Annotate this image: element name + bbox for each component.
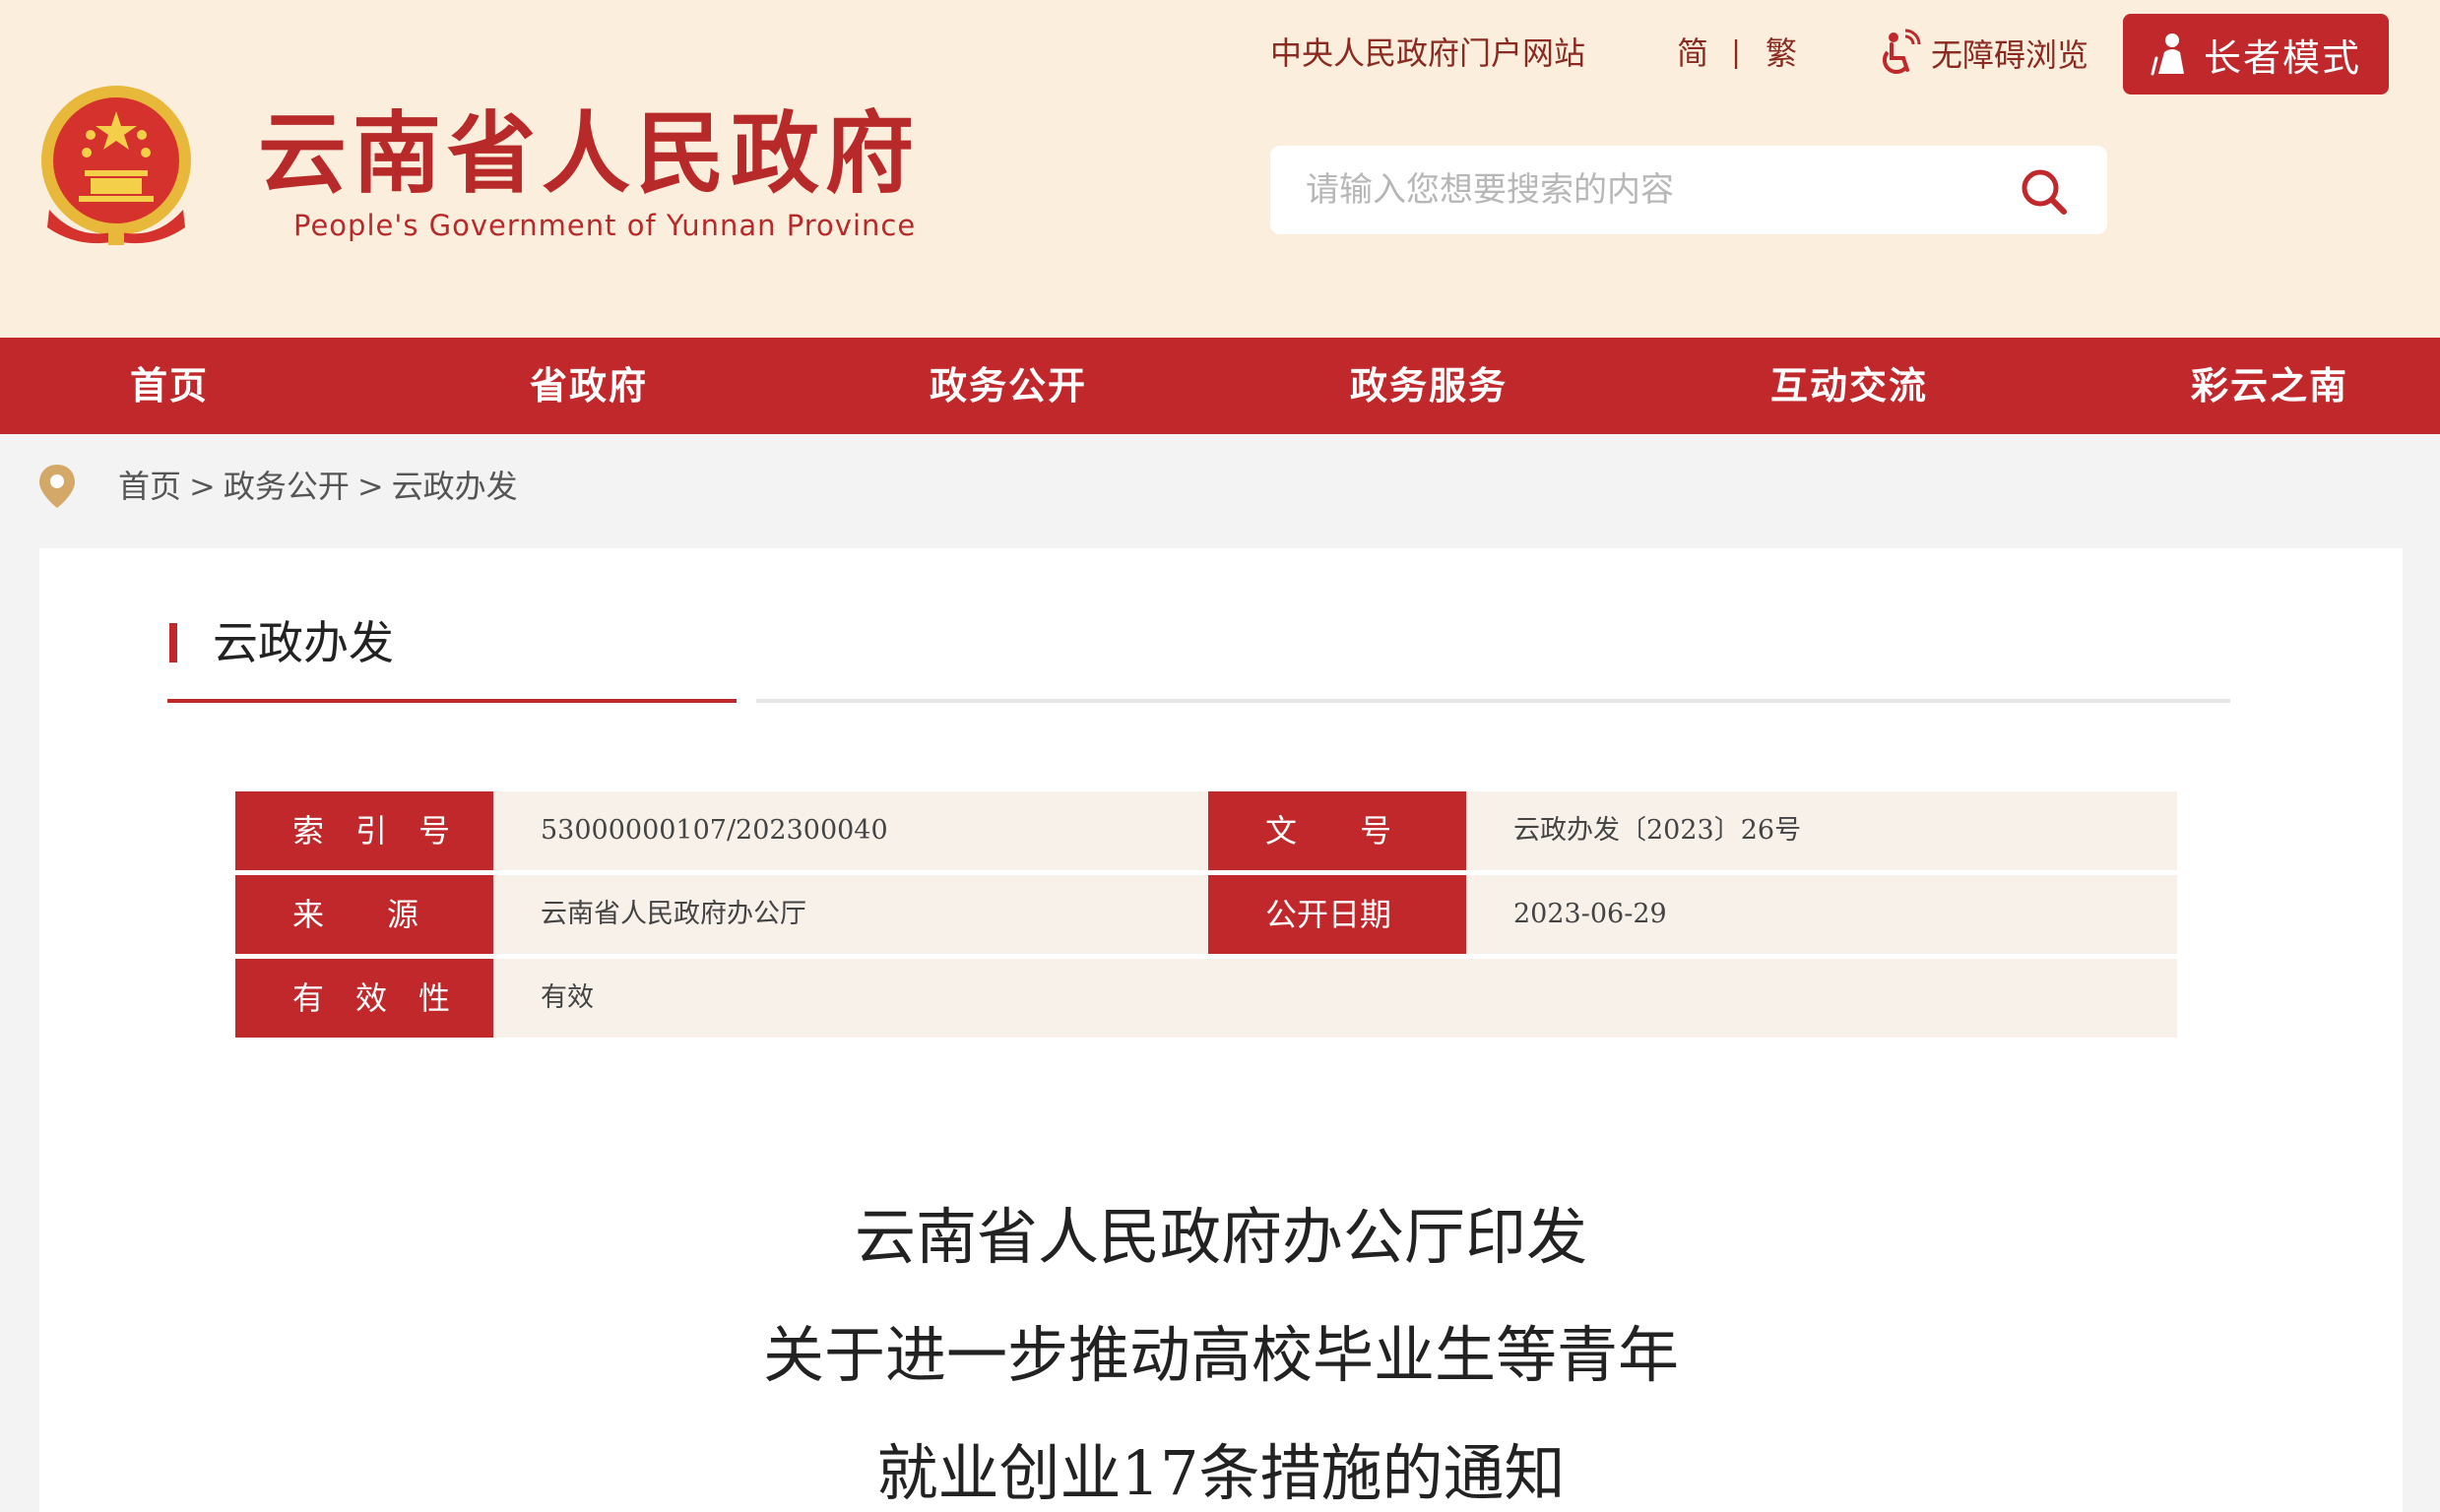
document-title-line-3: 就业创业17条措施的通知 [876,1437,1566,1509]
meta-label-index-no: 索 引 号 [235,791,503,870]
meta-value-index-no: 53000000107/202300040 [493,791,1248,870]
nav-item-government-services[interactable]: 政务服务 [1350,338,1508,434]
section-marker [169,623,177,662]
traditional-chinese-link[interactable]: 繁 [1766,33,1797,73]
location-pin-icon [39,465,75,508]
meta-label-validity: 有 效 性 [235,959,503,1038]
nav-item-home[interactable]: 首页 [130,338,209,434]
accessibility-link[interactable]: 无障碍浏览 [1876,26,2088,81]
article-panel: 云政办发 索 引 号 53000000107/202300040 文 号 云政办… [39,548,2403,1512]
meta-value-publish-date: 2023-06-29 [1466,875,2177,954]
meta-value-source: 云南省人民政府办公厅 [493,875,1248,954]
breadcrumb-home[interactable]: 首页 [118,468,181,505]
document-title-line-2: 关于进一步推动高校毕业生等青年 [762,1319,1679,1391]
breadcrumb-separator: > [189,468,216,505]
breadcrumb-current[interactable]: 云政办发 [392,468,518,505]
nav-item-interaction[interactable]: 互动交流 [1770,338,1928,434]
search-input[interactable] [1306,146,1995,234]
accessibility-label: 无障碍浏览 [1931,36,2089,74]
site-subtitle: People's Government of Yunnan Province [293,209,917,242]
language-separator: | [1731,35,1742,70]
meta-value-doc-no: 云政办发〔2023〕26号 [1466,791,2177,870]
meta-label-source: 来 源 [235,875,503,954]
national-emblem-icon[interactable] [37,84,195,251]
section-underline-accent [167,699,737,703]
section-title: 云政办发 [213,616,394,669]
meta-label-doc-no: 文 号 [1208,791,1476,870]
document-title-line-1: 云南省人民政府办公厅印发 [854,1201,1587,1273]
nav-item-colorful-yunnan[interactable]: 彩云之南 [2191,338,2348,434]
nav-item-government-affairs-disclosure[interactable]: 政务公开 [930,338,1087,434]
elder-mode-label: 长者模式 [2203,35,2361,80]
site-header: 云南省人民政府 People's Government of Yunnan Pr… [0,0,2440,338]
breadcrumb: 首页 > 政务公开 > 云政办发 [118,465,518,508]
elder-mode-button[interactable]: 长者模式 [2123,14,2389,94]
elder-person-icon [2151,33,2184,76]
central-portal-link[interactable]: 中央人民政府门户网站 [1270,33,1585,73]
breadcrumb-separator: > [356,468,384,505]
meta-value-validity: 有效 [493,959,2177,1038]
main-nav: 首页 省政府 政务公开 政务服务 互动交流 彩云之南 [0,338,2440,434]
section-underline [756,699,2230,703]
meta-label-publish-date: 公开日期 [1208,875,1476,954]
simplified-chinese-link[interactable]: 简 [1677,33,1708,73]
search-icon[interactable] [2019,166,2068,216]
search-box [1270,146,2107,234]
nav-item-provincial-government[interactable]: 省政府 [530,338,648,434]
breadcrumb-government-affairs[interactable]: 政务公开 [224,468,350,505]
accessibility-icon [1882,29,1921,75]
site-title[interactable]: 云南省人民政府 [258,110,920,199]
